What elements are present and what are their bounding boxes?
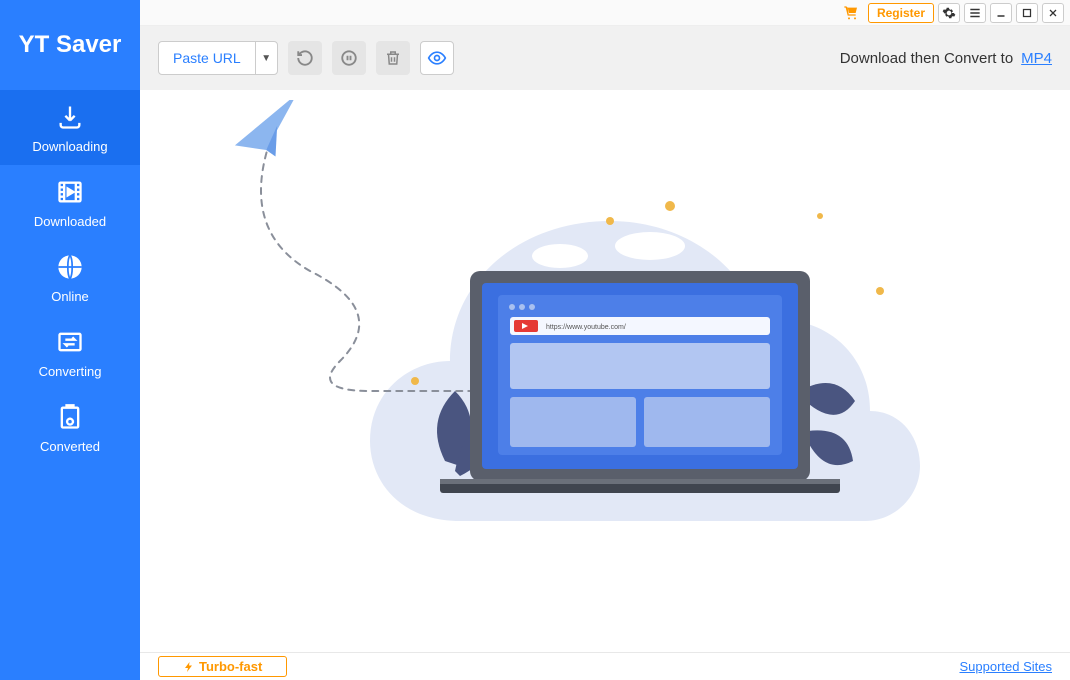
- sidebar-item-converting[interactable]: Converting: [0, 315, 140, 390]
- format-link[interactable]: MP4: [1021, 50, 1052, 67]
- clipboard-refresh-icon: [54, 401, 86, 433]
- menu-button[interactable]: [964, 3, 986, 23]
- main-area: Register Paste URL ▼: [140, 0, 1070, 680]
- pause-button[interactable]: [332, 41, 366, 75]
- convert-setting: Download then Convert to MP4: [840, 50, 1052, 67]
- convert-label: Download then Convert to: [840, 50, 1013, 67]
- sidebar-item-label: Downloaded: [34, 214, 106, 229]
- sidebar-item-label: Downloading: [32, 139, 107, 154]
- sidebar: YT Saver Downloading Downloaded Online: [0, 0, 140, 680]
- sidebar-item-label: Converted: [40, 439, 100, 454]
- download-arrow-icon: [54, 101, 86, 133]
- sidebar-item-label: Converting: [39, 364, 102, 379]
- sidebar-item-label: Online: [51, 289, 89, 304]
- app-root: YT Saver Downloading Downloaded Online: [0, 0, 1070, 680]
- illustration-url: https://www.youtube.com/: [546, 324, 626, 331]
- register-button[interactable]: Register: [868, 3, 934, 23]
- cart-icon[interactable]: [842, 5, 860, 21]
- footer: Turbo-fast Supported Sites: [140, 652, 1070, 680]
- minimize-button[interactable]: [990, 3, 1012, 23]
- lightning-icon: [183, 661, 195, 673]
- app-logo: YT Saver: [0, 0, 140, 90]
- sidebar-item-downloading[interactable]: Downloading: [0, 90, 140, 165]
- paste-url-dropdown[interactable]: ▼: [255, 42, 277, 74]
- delete-button[interactable]: [376, 41, 410, 75]
- supported-sites-link[interactable]: Supported Sites: [959, 659, 1052, 674]
- globe-icon: [54, 251, 86, 283]
- paste-url-button[interactable]: Paste URL: [159, 42, 255, 74]
- convert-arrows-icon: [54, 326, 86, 358]
- turbo-fast-button[interactable]: Turbo-fast: [158, 656, 287, 677]
- sidebar-item-converted[interactable]: Converted: [0, 390, 140, 465]
- settings-button[interactable]: [938, 3, 960, 23]
- paste-url-button-group: Paste URL ▼: [158, 41, 278, 75]
- content-area: https://www.youtube.com/: [140, 90, 1070, 652]
- preview-button[interactable]: [420, 41, 454, 75]
- turbo-label: Turbo-fast: [199, 659, 262, 674]
- retry-button[interactable]: [288, 41, 322, 75]
- film-play-icon: [54, 176, 86, 208]
- close-button[interactable]: [1042, 3, 1064, 23]
- toolbar: Paste URL ▼ Download then Convert to MP4: [140, 26, 1070, 90]
- nav-list: Downloading Downloaded Online Converting: [0, 90, 140, 680]
- maximize-button[interactable]: [1016, 3, 1038, 23]
- sidebar-item-downloaded[interactable]: Downloaded: [0, 165, 140, 240]
- empty-state-illustration: https://www.youtube.com/: [180, 100, 1030, 632]
- title-bar: Register: [140, 0, 1070, 26]
- sidebar-item-online[interactable]: Online: [0, 240, 140, 315]
